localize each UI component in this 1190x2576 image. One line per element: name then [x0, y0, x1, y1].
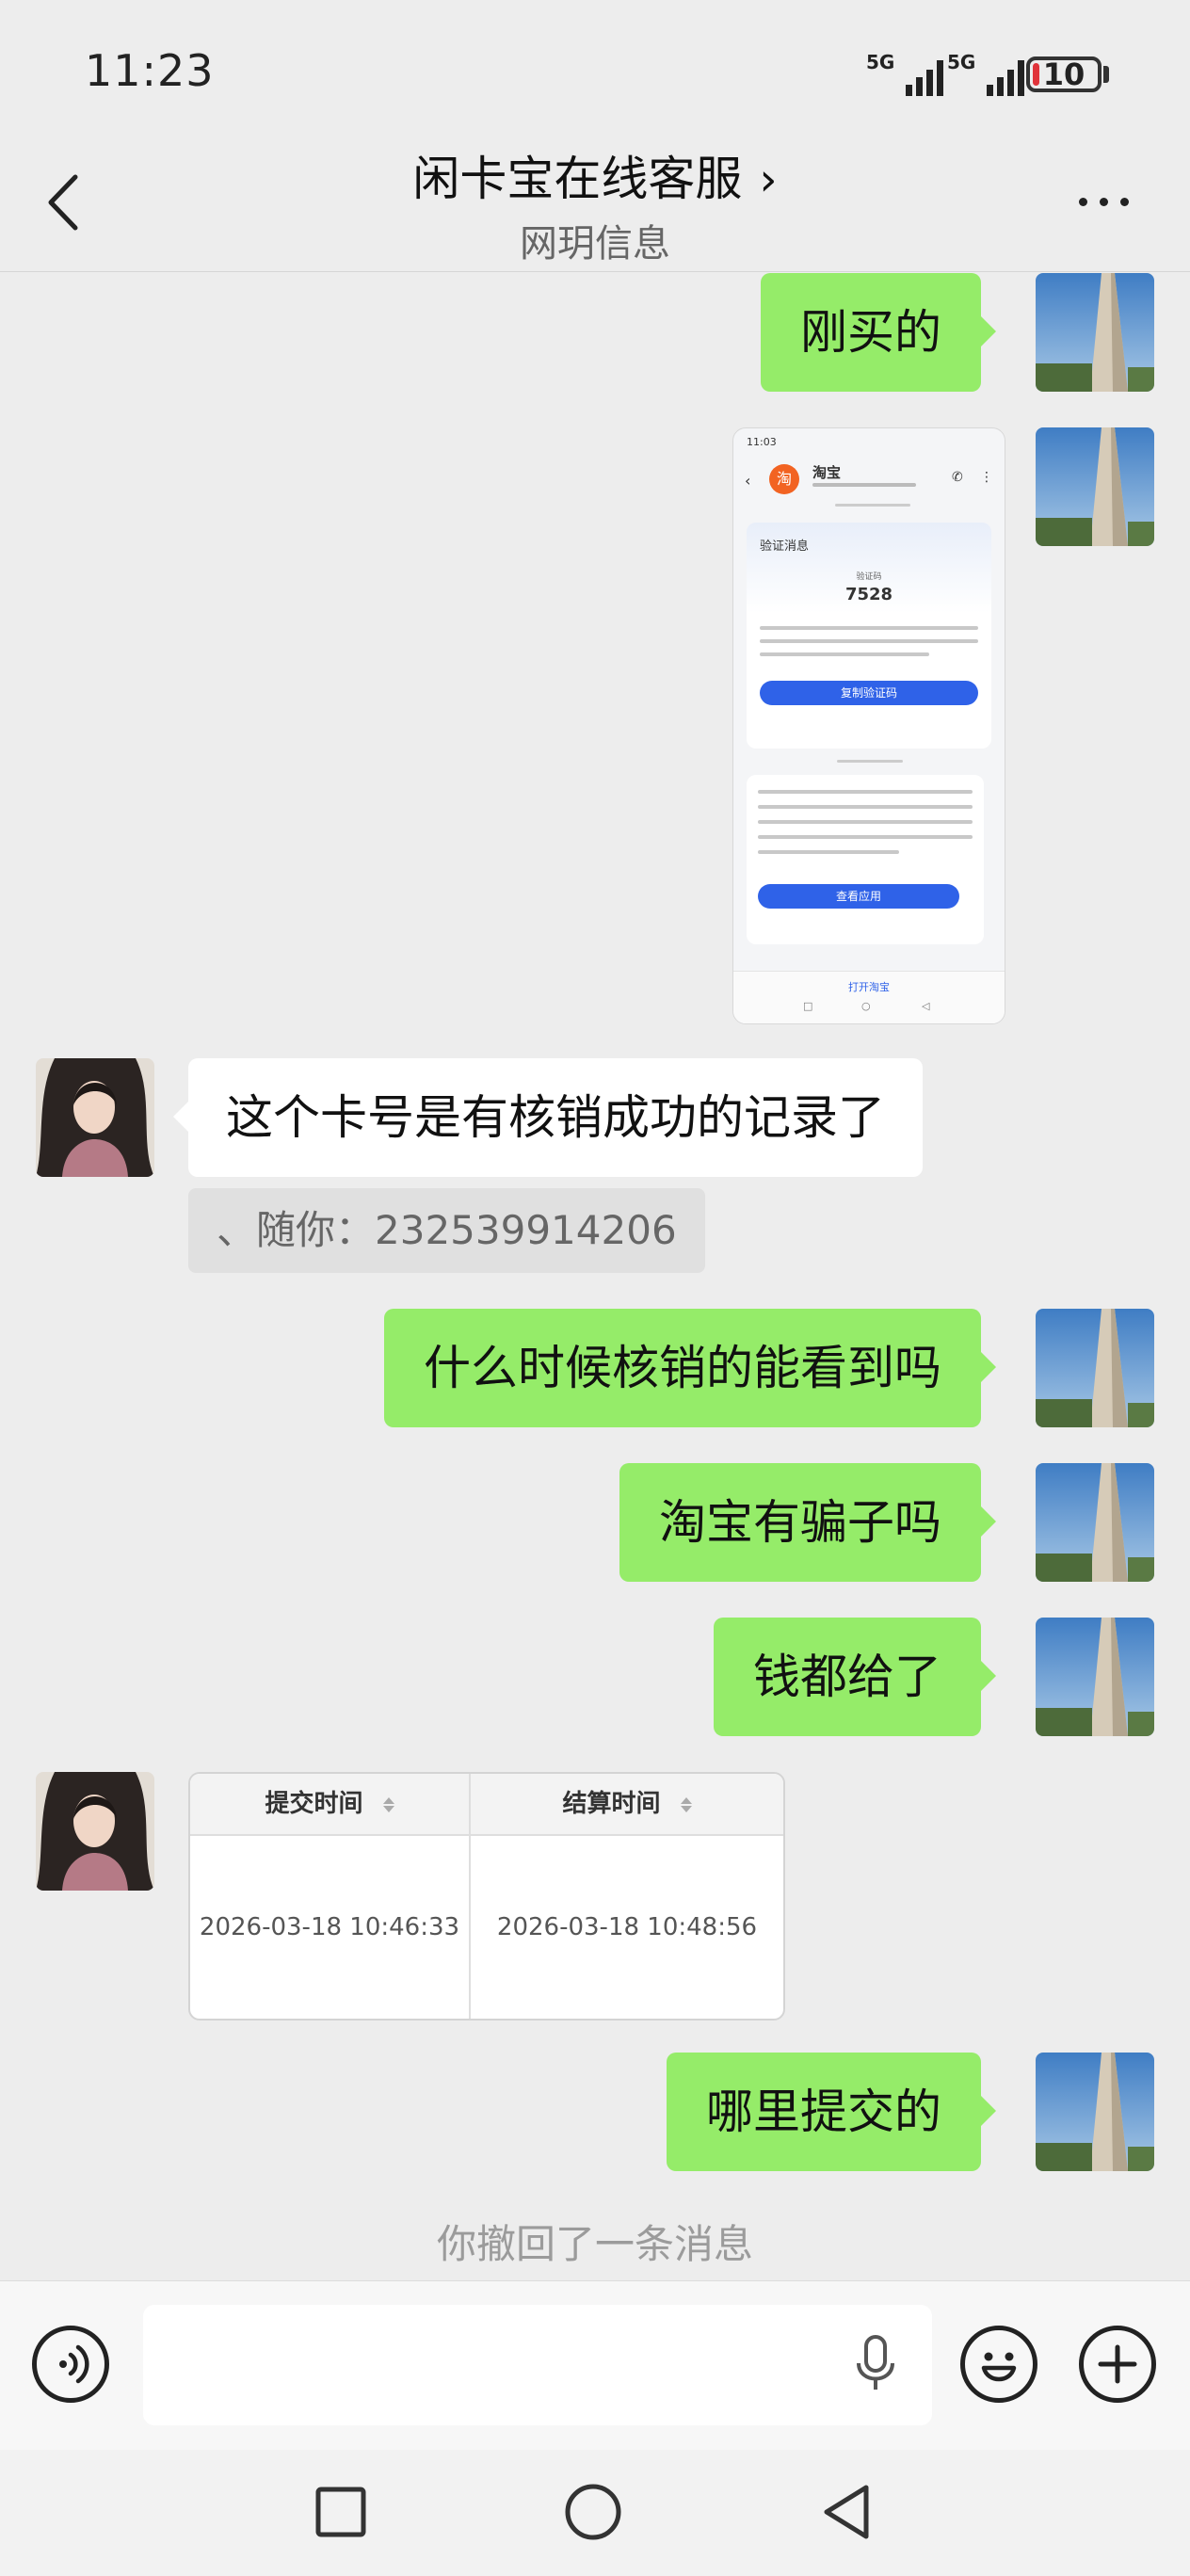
message-text: 钱都给了 [753, 1650, 941, 1704]
plus-icon [1098, 2344, 1137, 2384]
shot-code: 7528 [844, 585, 893, 604]
home-icon [565, 2484, 621, 2540]
battery-icon: 10 [1026, 56, 1102, 92]
chat-subtitle: 网玥信息 [520, 222, 670, 266]
shot-app-name: 淘宝 [812, 464, 842, 481]
message-bubble-self[interactable]: 哪里提交的 [667, 2053, 996, 2171]
header-divider [0, 271, 1190, 272]
shot-phone-icon: ✆ [952, 470, 963, 485]
emoji-button[interactable] [960, 2326, 1037, 2403]
shot-card-title: 验证消息 [760, 539, 810, 554]
shot-back-icon: ‹ [745, 472, 751, 490]
avatar-self[interactable] [1036, 1309, 1154, 1427]
message-text: 什么时候核销的能看到吗 [424, 1341, 941, 1395]
shot-order-card: 查看应用 [747, 775, 984, 944]
avatar-self[interactable] [1036, 1618, 1154, 1736]
quoted-text: 、随你：232539914206 [217, 1207, 677, 1253]
shot-text-line [758, 835, 973, 839]
table-cell-submit-time: 2026-03-18 10:46:33 [199, 1913, 460, 1941]
table-header-settle-time: 结算时间 [471, 1774, 783, 1836]
shot-view-app-button: 查看应用 [758, 884, 959, 909]
shot-text-line [758, 790, 973, 794]
chat-title: 闲卡宝在线客服 [412, 152, 743, 206]
home-button[interactable] [563, 2482, 623, 2542]
battery-level-text: 10 [1042, 56, 1085, 92]
recall-notice: 你撤回了一条消息 [436, 2221, 753, 2267]
avatar-self[interactable] [1036, 427, 1154, 546]
plus-button[interactable] [1079, 2326, 1156, 2403]
message-bubble-self[interactable]: 钱都给了 [714, 1618, 996, 1736]
table-header-submit-time: 提交时间 [190, 1774, 469, 1836]
avatar-other[interactable] [36, 1772, 154, 1891]
message-bubble-self[interactable]: 刚买的 [761, 273, 996, 392]
shot-verify-card: 验证消息 验证码 7528 复制验证码 [747, 523, 991, 749]
shot-sender-line [812, 483, 916, 487]
chevron-right-icon: › [759, 153, 778, 206]
message-bubble-self[interactable]: 什么时候核销的能看到吗 [384, 1309, 996, 1427]
recent-apps-button[interactable] [314, 2486, 367, 2538]
table-cell-settle-time: 2026-03-18 10:48:56 [496, 1913, 758, 1941]
message-bubble-self[interactable]: 淘宝有骗子吗 [619, 1463, 996, 1582]
shot-nav-icons: □ [803, 1000, 813, 1012]
emoji-icon [981, 2352, 1017, 2382]
avatar-self[interactable] [1036, 2053, 1154, 2171]
more-dots-icon [1079, 198, 1087, 206]
shot-time: 11:03 [747, 436, 777, 448]
message-text: 刚买的 [800, 305, 941, 360]
voice-mode-icon [59, 2344, 89, 2384]
voice-mode-button[interactable] [32, 2326, 109, 2403]
message-input[interactable] [143, 2305, 932, 2425]
shot-text-line [758, 820, 973, 824]
shot-date-line [835, 504, 910, 507]
shot-text-line [760, 652, 929, 656]
avatar-other[interactable] [36, 1058, 154, 1177]
shot-text-line [758, 850, 899, 854]
back-triangle-icon [824, 2485, 869, 2539]
signal-5g-2-icon: 5G [947, 53, 1024, 96]
microphone-button[interactable] [847, 2331, 904, 2397]
message-text: 哪里提交的 [706, 2085, 941, 2139]
sort-icon [382, 1795, 394, 1814]
shot-text-line [760, 626, 978, 630]
shot-copy-code-button: 复制验证码 [760, 681, 978, 705]
shot-text-line [758, 805, 973, 809]
shot-open-taobao: 打开淘宝 [848, 981, 890, 993]
quoted-message[interactable]: 、随你：232539914206 [188, 1188, 705, 1273]
avatar-self[interactable] [1036, 1463, 1154, 1582]
image-message-table[interactable]: 提交时间 结算时间 2026-03-18 10:46:33 2026-03-18… [188, 1772, 785, 2021]
chat-title-link[interactable]: 闲卡宝在线客服 › [0, 141, 1190, 209]
sort-icon [680, 1795, 692, 1814]
microphone-icon [857, 2335, 894, 2390]
message-text: 这个卡号是有核销成功的记录了 [226, 1090, 885, 1145]
shot-more-icon: ⋮ [980, 470, 993, 485]
shot-bottom-bar: 打开淘宝 □ ○ ◁ [733, 971, 1005, 1023]
message-bubble-other[interactable]: 这个卡号是有核销成功的记录了 [173, 1058, 923, 1177]
shot-code-label: 验证码 [856, 572, 882, 582]
back-nav-button[interactable] [819, 2482, 876, 2542]
battery-tip [1103, 66, 1109, 83]
taobao-app-icon: 淘 [769, 464, 799, 494]
recent-apps-icon [315, 2487, 366, 2537]
status-time: 11:23 [85, 45, 215, 96]
shot-text-line [760, 639, 978, 643]
shot-divider-line [837, 760, 903, 763]
image-message-screenshot[interactable]: 11:03 ‹ 淘 淘宝 ✆ ⋮ 验证消息 验证码 7528 复制验证码 查看应… [732, 427, 1005, 1024]
signal-5g-1-icon: 5G [866, 53, 943, 96]
message-text: 淘宝有骗子吗 [659, 1495, 941, 1550]
avatar-self[interactable] [1036, 273, 1154, 392]
more-button[interactable] [1073, 188, 1139, 217]
